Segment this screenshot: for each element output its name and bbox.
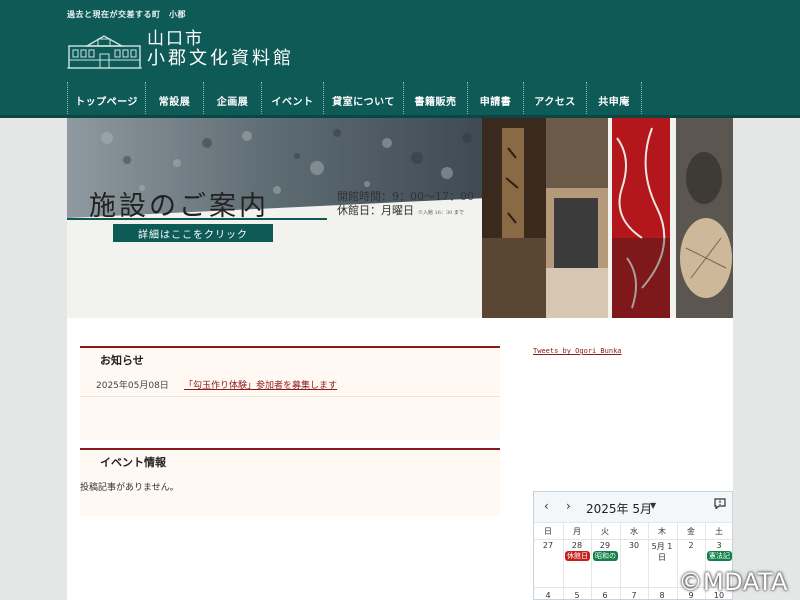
calendar-weekday: 金 [687, 527, 695, 536]
calendar-event[interactable]: 憲法記 [707, 551, 732, 561]
calendar-day[interactable]: 5 [563, 591, 591, 599]
photo-exhibit-machine [546, 118, 608, 318]
museum-building-icon [67, 35, 142, 69]
hero-banner[interactable]: 施設のご案内 詳細はここをクリック 開館時間：9：00～17：00 休館日：月曜… [67, 118, 733, 318]
calendar-weekday: 火 [601, 527, 609, 536]
calendar-day[interactable]: 30 [620, 541, 648, 550]
calendar-day[interactable]: 4 [534, 591, 562, 599]
event-panel: イベント情報 投稿記事がありません。 [80, 448, 500, 516]
logo-text: 山口市 小郡文化資料館 [147, 29, 294, 69]
tweets-link[interactable]: Tweets by Ogori_Bunka [533, 347, 622, 355]
calendar-weekday: 日 [544, 527, 552, 536]
calendar-day[interactable]: 7 [620, 591, 648, 599]
event-empty-message: 投稿記事がありません。 [80, 483, 179, 493]
details-button[interactable]: 詳細はここをクリック [113, 224, 273, 242]
notice-title: お知らせ [100, 354, 144, 367]
notice-date: 2025年05月08日 [96, 381, 169, 391]
notice-panel: お知らせ 2025年05月08日 「勾玉作り体験」参加者を募集します [80, 346, 500, 440]
notice-divider [80, 396, 500, 397]
calendar-day[interactable]: 8 [648, 591, 676, 599]
chevron-down-icon[interactable]: ▼ [650, 501, 656, 510]
calendar-header: ‹ › 2025年 5月 ▼ [534, 492, 732, 522]
photo-red-artwork [612, 118, 670, 318]
calendar-day[interactable]: 2 [677, 541, 705, 550]
calendar-prev-button[interactable]: ‹ [544, 499, 549, 513]
nav-item-3[interactable]: イベント [261, 82, 323, 118]
photo-pottery [676, 118, 733, 318]
calendar-day[interactable]: 3 [705, 541, 732, 550]
calendar-weekday: 月 [573, 527, 581, 536]
site-tagline: 過去と現在が交差する町 小郡 [67, 9, 186, 19]
event-title: イベント情報 [100, 456, 166, 469]
logo-city: 山口市 [147, 29, 204, 49]
calendar-day[interactable]: 29 [591, 541, 619, 550]
nav-item-6[interactable]: 申請書 [467, 82, 523, 118]
notice-link[interactable]: 「勾玉作り体験」参加者を募集します [184, 378, 337, 391]
watermark: ©MDATA [678, 568, 788, 596]
hero-divider [67, 218, 327, 220]
site-logo[interactable]: 山口市 小郡文化資料館 [67, 30, 327, 74]
nav-item-8[interactable]: 共申庵 [586, 82, 642, 118]
nav-item-4[interactable]: 貸室について [323, 82, 403, 118]
comment-icon[interactable] [714, 498, 726, 509]
site-header: 過去と現在が交差する町 小郡 山口市 小郡文化資料館 トップページ 常設展 企画展イ… [0, 0, 800, 118]
calendar-event[interactable]: 昭和の [593, 551, 618, 561]
main-navigation: トップページ 常設展 企画展 イベント 貸室について 書籍販売 申請書 アクセス 共申庵 [67, 82, 642, 118]
calendar-month[interactable]: 2025年 5月 [586, 500, 652, 517]
nav-item-5[interactable]: 書籍販売 [403, 82, 467, 118]
logo-museum-name: 小郡文化資料館 [147, 48, 294, 69]
nav-item-7[interactable]: アクセス [523, 82, 586, 118]
calendar-weekday: 木 [658, 527, 666, 536]
calendar-grid-line [534, 539, 732, 540]
entry-note: ※入館 16：30 まで [418, 210, 464, 216]
calendar-weekday: 土 [715, 527, 723, 536]
calendar-event[interactable]: 休館日 [565, 551, 590, 561]
calendar-day[interactable]: 5月 1日 [648, 541, 676, 563]
calendar-day[interactable]: 27 [534, 541, 562, 550]
calendar-weekday: 水 [630, 527, 638, 536]
nav-item-1[interactable]: 常設展 [145, 82, 203, 118]
calendar-day[interactable]: 28 [563, 541, 591, 550]
opening-hours-text: 開館時間：9：00～17：00 [337, 190, 474, 203]
calendar-grid-line [534, 522, 732, 523]
photo-artifact-signboard [482, 118, 546, 318]
opening-hours: 開館時間：9：00～17：00 休館日：月曜日 ※入館 16：30 まで [337, 190, 474, 220]
closed-day-text: 休館日：月曜日 [337, 204, 414, 217]
nav-item-2[interactable]: 企画展 [203, 82, 261, 118]
calendar-day[interactable]: 6 [591, 591, 619, 599]
calendar-next-button[interactable]: › [566, 499, 571, 513]
nav-item-0[interactable]: トップページ [67, 82, 145, 118]
